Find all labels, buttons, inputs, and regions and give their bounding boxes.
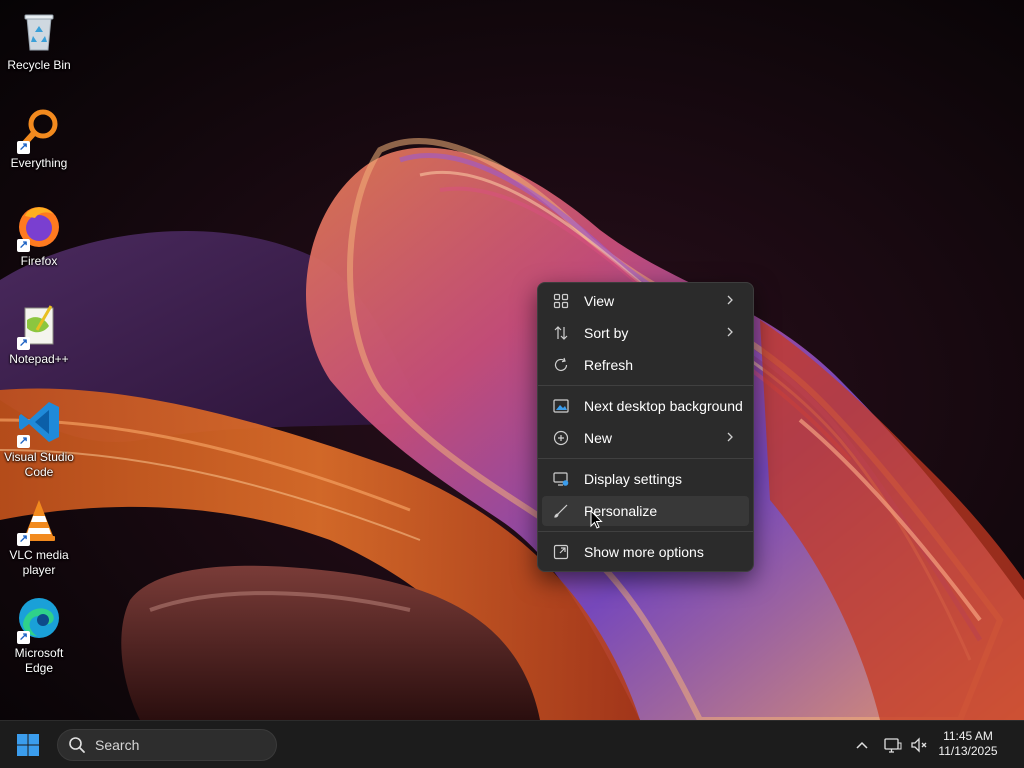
- edge-icon: ↗: [15, 594, 63, 644]
- chevron-right-icon: [723, 293, 737, 307]
- menu-item-show-more-options[interactable]: Show more options: [542, 537, 749, 567]
- display-settings-icon: [552, 470, 570, 488]
- start-button[interactable]: [14, 731, 42, 759]
- menu-item-view[interactable]: View: [542, 286, 749, 316]
- everything-search-icon: ↗: [15, 104, 63, 154]
- menu-item-label: Refresh: [584, 357, 634, 373]
- grid-view-icon: [552, 292, 570, 310]
- clock-date: 11/13/2025: [938, 744, 998, 758]
- menu-separator: [538, 458, 753, 459]
- menu-item-label: Display settings: [584, 471, 683, 487]
- desktop-icon-label: Recycle Bin: [7, 58, 71, 72]
- menu-item-next-desktop-background[interactable]: Next desktop background: [542, 391, 749, 421]
- menu-item-label: Sort by: [584, 325, 629, 341]
- desktop-icon-label: Everything: [10, 156, 68, 170]
- menu-item-label: Show more options: [584, 544, 704, 560]
- windows-logo-icon: [17, 734, 39, 756]
- notepad-plus-plus-icon: ↗: [15, 300, 63, 350]
- desktop-icon-label: VLC media player: [9, 548, 69, 577]
- desktop-icon-firefox[interactable]: ↗ Firefox: [0, 196, 78, 288]
- desktop-icon-label: Notepad++: [9, 352, 69, 366]
- desktop-icon-label: Visual Studio Code: [4, 450, 74, 479]
- desktop-icon-recycle-bin[interactable]: Recycle Bin: [0, 0, 78, 92]
- menu-item-refresh[interactable]: Refresh: [542, 350, 749, 380]
- search-icon: [69, 737, 85, 753]
- taskbar: Search 11:45 AM 11/13/2025: [0, 720, 1024, 768]
- clock-time: 11:45 AM: [943, 729, 993, 743]
- menu-separator: [538, 531, 753, 532]
- volume-muted-icon[interactable]: [909, 735, 929, 755]
- chevron-right-icon: [723, 430, 737, 444]
- menu-item-label: New: [584, 430, 613, 446]
- taskbar-clock[interactable]: 11:45 AM 11/13/2025: [928, 729, 1008, 759]
- chevron-right-icon: [723, 325, 737, 339]
- menu-item-new[interactable]: New: [542, 423, 749, 453]
- menu-item-sort-by[interactable]: Sort by: [542, 318, 749, 348]
- mouse-cursor-icon: [590, 510, 603, 529]
- show-more-icon: [552, 543, 570, 561]
- shortcut-arrow-icon: ↗: [17, 533, 30, 546]
- menu-separator: [538, 385, 753, 386]
- desktop-icon-edge[interactable]: ↗ Microsoft Edge: [0, 588, 78, 680]
- taskbar-search-box[interactable]: Search: [57, 729, 277, 761]
- desktop-wallpaper: [0, 0, 1024, 720]
- search-placeholder: Search: [95, 737, 140, 753]
- show-hidden-icons-chevron-icon[interactable]: [852, 735, 872, 755]
- desktop-icon-vlc[interactable]: ↗ VLC media player: [0, 490, 78, 582]
- vscode-icon: ↗: [15, 398, 63, 448]
- desktop-icon-notepad-plus-plus[interactable]: ↗ Notepad++: [0, 294, 78, 386]
- recycle-bin-icon: [15, 6, 63, 54]
- firefox-icon: ↗: [15, 202, 63, 252]
- vlc-icon: ↗: [15, 496, 63, 546]
- brush-icon: [552, 502, 570, 520]
- desktop-icon-vscode[interactable]: ↗ Visual Studio Code: [0, 392, 78, 484]
- sort-arrows-icon: [552, 324, 570, 342]
- shortcut-arrow-icon: ↗: [17, 631, 30, 644]
- shortcut-arrow-icon: ↗: [17, 435, 30, 448]
- shortcut-arrow-icon: ↗: [17, 239, 30, 252]
- refresh-icon: [552, 356, 570, 374]
- new-plus-icon: [552, 429, 570, 447]
- menu-item-personalize[interactable]: Personalize: [542, 496, 749, 526]
- desktop-context-menu: View Sort by Refresh Next desktop backgr…: [537, 282, 754, 572]
- network-icon[interactable]: [883, 735, 903, 755]
- desktop-icon-everything[interactable]: ↗ Everything: [0, 98, 78, 190]
- menu-item-label: Next desktop background: [584, 398, 743, 414]
- shortcut-arrow-icon: ↗: [17, 337, 30, 350]
- desktop-icon-label: Firefox: [20, 254, 58, 268]
- next-background-icon: [552, 397, 570, 415]
- menu-item-label: View: [584, 293, 615, 309]
- shortcut-arrow-icon: ↗: [17, 141, 30, 154]
- desktop-icon-label: Microsoft Edge: [14, 646, 64, 675]
- menu-item-display-settings[interactable]: Display settings: [542, 464, 749, 494]
